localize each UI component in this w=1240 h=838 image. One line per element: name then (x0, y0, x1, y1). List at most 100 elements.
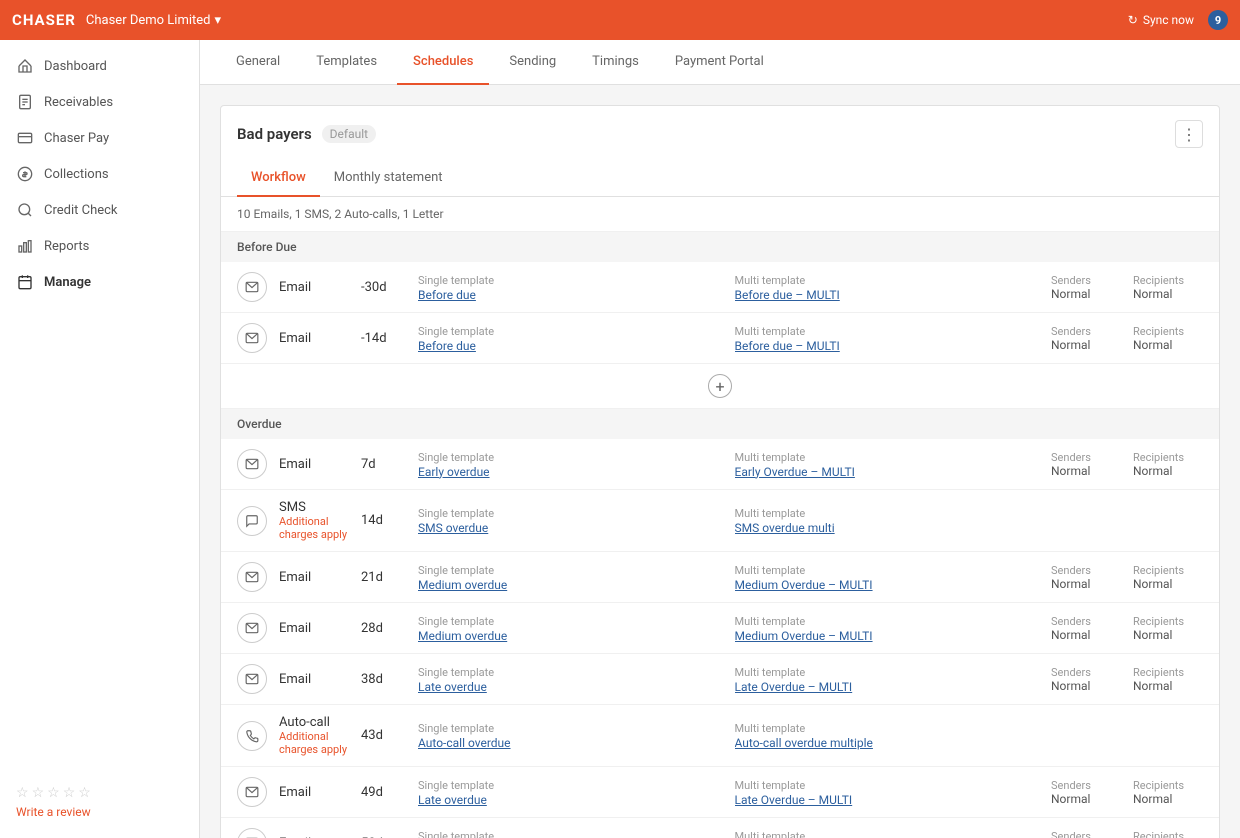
add-before-due-row: + (221, 364, 1219, 409)
multi-template-col: Multi template Before due – MULTI (735, 273, 1040, 302)
senders-value: Normal (1051, 338, 1121, 352)
table-row: Auto-call Additional charges apply 43d S… (221, 705, 1219, 767)
sidebar-item-reports[interactable]: Reports (0, 228, 199, 264)
notification-badge[interactable]: 9 (1208, 10, 1228, 30)
recipients-col: Recipients Normal (1133, 666, 1203, 693)
days-value: 14d (361, 513, 406, 528)
tab-sending[interactable]: Sending (493, 40, 572, 85)
multi-template-col: Multi template SMS overdue multi (735, 506, 1040, 535)
star-2[interactable]: ☆ (32, 785, 45, 801)
section-overdue: Overdue (221, 409, 1219, 439)
sync-button[interactable]: ↻ Sync now (1128, 13, 1194, 27)
org-name[interactable]: Chaser Demo Limited ▾ (86, 13, 221, 28)
single-template-col: Single template SMS overdue (418, 506, 723, 535)
senders-col: Senders Normal (1051, 325, 1121, 352)
senders-col: Senders Escalated (1051, 830, 1121, 838)
tab-templates[interactable]: Templates (300, 40, 393, 85)
multi-template-col: Multi template Early Overdue – MULTI (735, 450, 1040, 479)
multi-template-col: Multi template Final Reminder – MULTI (735, 829, 1040, 838)
table-row: Email 28d Single template Medium overdue… (221, 603, 1219, 654)
days-value: -30d (361, 280, 406, 295)
recipients-col: Recipients Normal (1133, 274, 1203, 301)
star-1[interactable]: ☆ (16, 785, 29, 801)
type-name-autocall: Auto-call Additional charges apply (279, 715, 349, 756)
days-value: -14d (361, 331, 406, 346)
sidebar-item-manage[interactable]: Manage (0, 264, 199, 300)
sidebar-item-dashboard[interactable]: Dashboard (0, 48, 199, 84)
table-row: Email 50d Single template Late overdue M… (221, 818, 1219, 838)
senders-label: Senders (1051, 325, 1121, 338)
summary-line: 10 Emails, 1 SMS, 2 Auto-calls, 1 Letter (221, 197, 1219, 232)
recipients-value: Normal (1133, 338, 1203, 352)
card-header: Bad payers Default ⋮ (221, 106, 1219, 148)
senders-col: Senders Normal (1051, 564, 1121, 591)
email-icon (237, 613, 267, 643)
type-name: Email (279, 331, 349, 346)
senders-col: Senders Normal (1051, 615, 1121, 642)
topnav-left: CHASER Chaser Demo Limited ▾ (12, 11, 221, 29)
star-4[interactable]: ☆ (63, 785, 76, 801)
sidebar-item-chaser-pay[interactable]: Chaser Pay (0, 120, 199, 156)
multi-template-link[interactable]: Before due – MULTI (735, 288, 1040, 302)
email-icon (237, 664, 267, 694)
tabs-bar: General Templates Schedules Sending Timi… (200, 40, 1240, 85)
recipients-col: Recipients Escalated (1133, 830, 1203, 838)
sidebar-item-credit-check[interactable]: Credit Check (0, 192, 199, 228)
single-template-col: Single template Medium overdue (418, 563, 723, 592)
more-button[interactable]: ⋮ (1175, 120, 1203, 148)
multi-template-col: Multi template Late Overdue – MULTI (735, 665, 1040, 694)
app-body: Dashboard Receivables Chaser Pay Collect… (0, 40, 1240, 838)
tab-general[interactable]: General (220, 40, 296, 85)
file-icon (16, 93, 34, 111)
senders-value: Normal (1051, 287, 1121, 301)
sidebar-item-receivables[interactable]: Receivables (0, 84, 199, 120)
table-row: Email 7d Single template Early overdue M… (221, 439, 1219, 490)
bar-chart-icon (16, 237, 34, 255)
star-rating: ☆ ☆ ☆ ☆ ☆ (16, 785, 183, 801)
senders-col: Senders Normal (1051, 666, 1121, 693)
schedule-content: Bad payers Default ⋮ Workflow Monthly st… (200, 85, 1240, 838)
senders-label: Senders (1051, 274, 1121, 287)
table-row: Email -30d Single template Before due Mu… (221, 262, 1219, 313)
table-row: Email 38d Single template Late overdue M… (221, 654, 1219, 705)
single-template-col: Single template Before due (418, 324, 723, 353)
schedule-card: Bad payers Default ⋮ Workflow Monthly st… (220, 105, 1220, 838)
recipients-col: Recipients Normal (1133, 451, 1203, 478)
email-icon (237, 828, 267, 838)
recipients-col: Recipients Normal (1133, 564, 1203, 591)
tab-timings[interactable]: Timings (576, 40, 655, 85)
table-row: SMS Additional charges apply 14d Single … (221, 490, 1219, 552)
sidebar-item-collections[interactable]: Collections (0, 156, 199, 192)
type-name: Email (279, 457, 349, 472)
logo: CHASER (12, 11, 76, 29)
write-review-link[interactable]: Write a review (16, 805, 91, 819)
search-icon (16, 201, 34, 219)
senders-col: Senders Normal (1051, 274, 1121, 301)
multi-template-label: Multi template (735, 325, 806, 338)
tab-schedules[interactable]: Schedules (397, 40, 489, 85)
credit-card-icon (16, 129, 34, 147)
sidebar-label-reports: Reports (44, 239, 89, 254)
single-template-col: Single template Before due (418, 273, 723, 302)
home-icon (16, 57, 34, 75)
charges-note: Additional charges apply (279, 515, 349, 541)
sidebar-label-credit-check: Credit Check (44, 203, 118, 218)
card-subtitle: Default (322, 125, 376, 143)
single-template-col: Single template Late overdue (418, 778, 723, 807)
recipients-col: Recipients Normal (1133, 779, 1203, 806)
single-template-link[interactable]: Before due (418, 288, 723, 302)
star-5[interactable]: ☆ (78, 785, 91, 801)
email-icon (237, 323, 267, 353)
senders-col: Senders Normal (1051, 779, 1121, 806)
add-before-due-button[interactable]: + (708, 374, 732, 398)
inner-tab-workflow[interactable]: Workflow (237, 160, 320, 197)
inner-tab-monthly-statement[interactable]: Monthly statement (320, 160, 457, 197)
single-template-col: Single template Auto-call overdue (418, 721, 723, 750)
tab-payment-portal[interactable]: Payment Portal (659, 40, 780, 85)
table-row: Email -14d Single template Before due Mu… (221, 313, 1219, 364)
multi-template-link[interactable]: Before due – MULTI (735, 339, 1040, 353)
chevron-down-icon: ▾ (215, 13, 222, 28)
star-3[interactable]: ☆ (47, 785, 60, 801)
sidebar-label-manage: Manage (44, 275, 91, 290)
single-template-link[interactable]: Before due (418, 339, 723, 353)
